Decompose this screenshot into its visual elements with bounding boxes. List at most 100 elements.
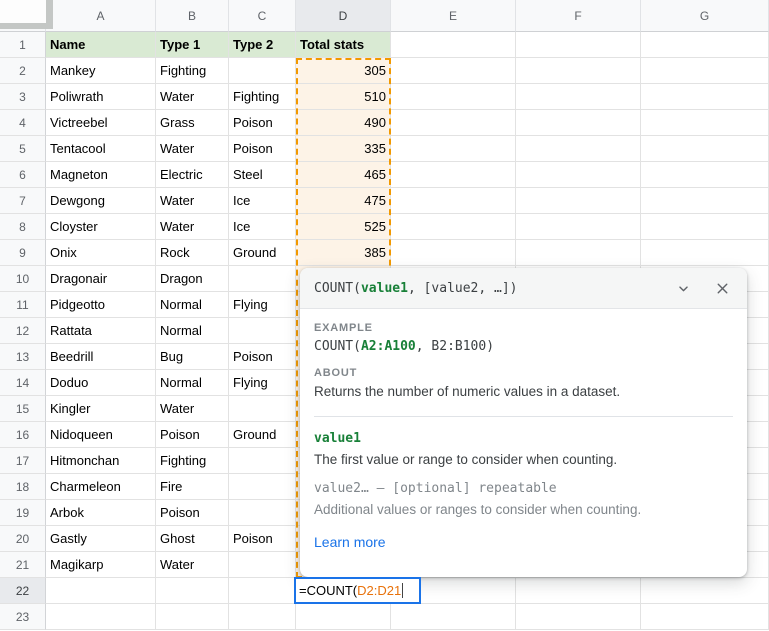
- cell[interactable]: 335: [296, 136, 391, 162]
- cell[interactable]: [516, 578, 641, 604]
- cell[interactable]: Hitmonchan: [46, 448, 156, 474]
- row-header[interactable]: 17: [0, 448, 46, 474]
- cell[interactable]: Water: [156, 188, 229, 214]
- cell[interactable]: [156, 604, 229, 630]
- cell[interactable]: Water: [156, 214, 229, 240]
- row-header[interactable]: 13: [0, 344, 46, 370]
- cell[interactable]: 305: [296, 58, 391, 84]
- cell[interactable]: Dragonair: [46, 266, 156, 292]
- cell[interactable]: Onix: [46, 240, 156, 266]
- cell[interactable]: [516, 604, 641, 630]
- select-all-corner[interactable]: [0, 0, 53, 29]
- cell-totalstats-header[interactable]: Total stats: [296, 32, 391, 58]
- cell[interactable]: [516, 136, 641, 162]
- cell[interactable]: [391, 84, 516, 110]
- cell[interactable]: Nidoqueen: [46, 422, 156, 448]
- row-header[interactable]: 4: [0, 110, 46, 136]
- cell[interactable]: [391, 162, 516, 188]
- row-header[interactable]: 1: [0, 32, 46, 58]
- cell[interactable]: [391, 214, 516, 240]
- row-header[interactable]: 21: [0, 552, 46, 578]
- cell[interactable]: [641, 240, 769, 266]
- learn-more-link[interactable]: Learn more: [314, 534, 386, 550]
- cell[interactable]: [516, 58, 641, 84]
- cell[interactable]: [229, 552, 296, 578]
- cell-type1-header[interactable]: Type 1: [156, 32, 229, 58]
- row-header[interactable]: 11: [0, 292, 46, 318]
- cell[interactable]: [391, 604, 516, 630]
- column-header-b[interactable]: B: [156, 0, 229, 32]
- cell[interactable]: [391, 136, 516, 162]
- row-header[interactable]: 14: [0, 370, 46, 396]
- cell[interactable]: Electric: [156, 162, 229, 188]
- cell[interactable]: Fighting: [156, 448, 229, 474]
- cell[interactable]: [641, 162, 769, 188]
- cell[interactable]: Water: [156, 396, 229, 422]
- close-icon[interactable]: [714, 280, 731, 297]
- cell[interactable]: Dewgong: [46, 188, 156, 214]
- cell[interactable]: Ice: [229, 214, 296, 240]
- cell[interactable]: Rock: [156, 240, 229, 266]
- cell-editor[interactable]: =COUNT(D2:D21: [294, 577, 421, 604]
- cell[interactable]: Water: [156, 84, 229, 110]
- cell[interactable]: Cloyster: [46, 214, 156, 240]
- cell[interactable]: Rattata: [46, 318, 156, 344]
- cell[interactable]: Poison: [229, 526, 296, 552]
- cell[interactable]: [516, 214, 641, 240]
- column-header-g[interactable]: G: [641, 0, 769, 32]
- cell[interactable]: [641, 188, 769, 214]
- cell[interactable]: Ghost: [156, 526, 229, 552]
- cell[interactable]: Bug: [156, 344, 229, 370]
- cell[interactable]: Poison: [229, 344, 296, 370]
- cell[interactable]: Steel: [229, 162, 296, 188]
- cell[interactable]: [391, 240, 516, 266]
- cell[interactable]: 475: [296, 188, 391, 214]
- cell[interactable]: Poison: [229, 110, 296, 136]
- row-header[interactable]: 15: [0, 396, 46, 422]
- row-header[interactable]: 19: [0, 500, 46, 526]
- cell[interactable]: [641, 58, 769, 84]
- row-header[interactable]: 18: [0, 474, 46, 500]
- cell[interactable]: [641, 110, 769, 136]
- cell[interactable]: Fire: [156, 474, 229, 500]
- cell[interactable]: Kingler: [46, 396, 156, 422]
- cell[interactable]: [296, 604, 391, 630]
- cell[interactable]: Flying: [229, 370, 296, 396]
- cell[interactable]: Magneton: [46, 162, 156, 188]
- cell[interactable]: [641, 32, 769, 58]
- cell[interactable]: [391, 188, 516, 214]
- cell[interactable]: [46, 578, 156, 604]
- row-header[interactable]: 9: [0, 240, 46, 266]
- cell[interactable]: Normal: [156, 370, 229, 396]
- cell[interactable]: [229, 578, 296, 604]
- cell-type2-header[interactable]: Type 2: [229, 32, 296, 58]
- cell[interactable]: [229, 474, 296, 500]
- cell[interactable]: Gastly: [46, 526, 156, 552]
- cell[interactable]: Poliwrath: [46, 84, 156, 110]
- cell[interactable]: [516, 162, 641, 188]
- cell[interactable]: 510: [296, 84, 391, 110]
- cell[interactable]: Victreebel: [46, 110, 156, 136]
- cell[interactable]: [641, 214, 769, 240]
- cell[interactable]: Normal: [156, 292, 229, 318]
- column-header-f[interactable]: F: [516, 0, 641, 32]
- cell[interactable]: 490: [296, 110, 391, 136]
- cell[interactable]: [641, 84, 769, 110]
- cell[interactable]: 385: [296, 240, 391, 266]
- column-header-e[interactable]: E: [391, 0, 516, 32]
- cell[interactable]: [516, 32, 641, 58]
- row-header[interactable]: 16: [0, 422, 46, 448]
- row-header[interactable]: 6: [0, 162, 46, 188]
- cell[interactable]: Normal: [156, 318, 229, 344]
- cell[interactable]: [391, 32, 516, 58]
- cell[interactable]: [516, 84, 641, 110]
- cell[interactable]: [391, 110, 516, 136]
- row-header[interactable]: 20: [0, 526, 46, 552]
- row-header[interactable]: 8: [0, 214, 46, 240]
- cell[interactable]: [391, 58, 516, 84]
- row-header[interactable]: 2: [0, 58, 46, 84]
- cell[interactable]: [229, 448, 296, 474]
- column-header-c[interactable]: C: [229, 0, 296, 32]
- cell[interactable]: 525: [296, 214, 391, 240]
- chevron-down-icon[interactable]: [675, 280, 692, 297]
